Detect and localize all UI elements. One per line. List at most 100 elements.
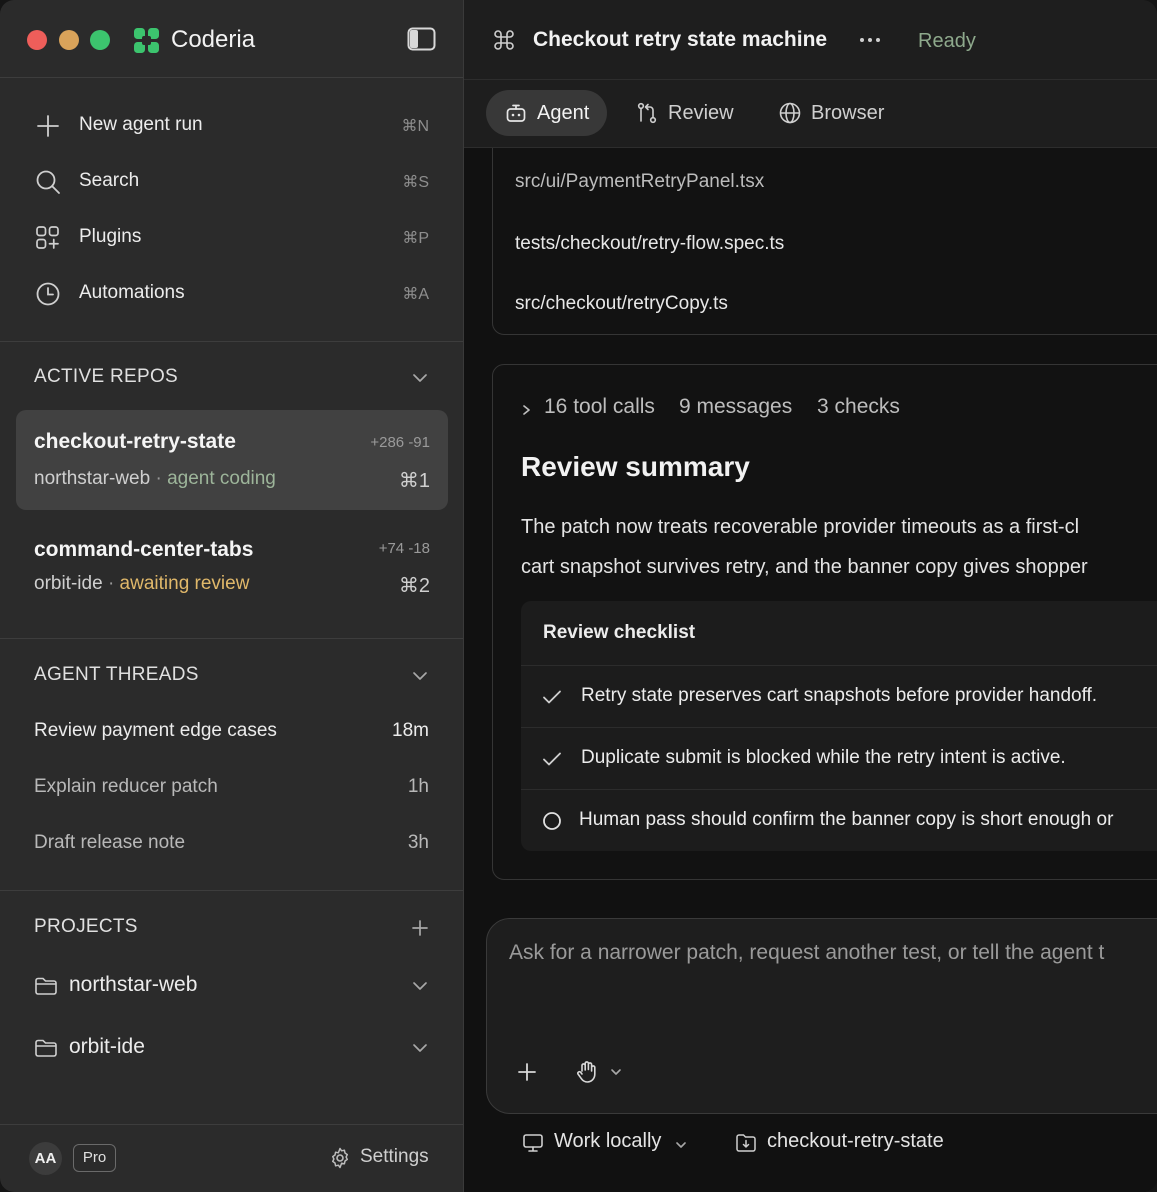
repo-card-command-center-tabs[interactable]: command-center-tabs +74 -18 orbit-ide · … <box>16 516 448 616</box>
plugins-icon <box>36 226 59 249</box>
divider <box>0 890 463 891</box>
repo-diff-stats: +286 -91 <box>370 434 430 451</box>
minimize-window-button[interactable] <box>59 30 79 50</box>
nav-search[interactable]: Search ⌘S <box>0 154 463 210</box>
add-project-icon[interactable] <box>410 918 430 938</box>
check-icon <box>543 752 561 766</box>
agent-threads-title: AGENT THREADS <box>34 664 199 685</box>
repo-status: awaiting review <box>119 573 250 594</box>
composer-input[interactable] <box>509 941 1157 965</box>
review-body-line: cart snapshot survives retry, and the ba… <box>521 556 1088 578</box>
review-checklist: Review checklist Retry state preserves c… <box>521 601 1157 851</box>
project-label: northstar-web <box>69 973 198 996</box>
chevron-down-icon[interactable] <box>410 976 430 996</box>
app-window: Coderia New agent run ⌘N Search ⌘S Plugi… <box>0 0 1157 1192</box>
branch-selector[interactable]: checkout-retry-state <box>735 1126 965 1162</box>
thread-label: Review payment edge cases <box>34 720 277 741</box>
gear-icon <box>331 1147 349 1169</box>
monitor-icon <box>523 1134 543 1152</box>
nav-automations[interactable]: Automations ⌘A <box>0 266 463 322</box>
changed-files-card: src/ui/PaymentRetryPanel.tsx tests/check… <box>492 148 1157 335</box>
repo-status: agent coding <box>167 468 276 489</box>
repo-diff-stats: +74 -18 <box>378 540 430 557</box>
divider <box>0 341 463 342</box>
nav-shortcut: ⌘P <box>402 230 429 247</box>
nav-shortcut: ⌘S <box>402 174 429 191</box>
work-locally-dropdown[interactable]: Work locally <box>522 1126 692 1162</box>
review-heading: Review summary <box>521 451 750 482</box>
sidebar-toggle-icon[interactable] <box>407 27 436 51</box>
clock-icon <box>36 282 60 306</box>
attach-plus-icon[interactable] <box>517 1062 537 1082</box>
sidebar: Coderia New agent run ⌘N Search ⌘S Plugi… <box>0 0 464 1192</box>
checklist-item[interactable]: Duplicate submit is blocked while the re… <box>521 727 1157 789</box>
thread-time: 1h <box>407 776 429 797</box>
maximize-window-button[interactable] <box>90 30 110 50</box>
file-path[interactable]: src/ui/PaymentRetryPanel.tsx <box>515 171 764 193</box>
message-composer <box>486 918 1157 1114</box>
plus-icon <box>37 115 59 137</box>
avatar[interactable]: AA <box>29 1142 62 1175</box>
nav-label: Search <box>79 170 140 191</box>
folder-download-icon <box>736 1134 756 1152</box>
chevron-down-icon[interactable] <box>410 666 430 686</box>
status-badge: Ready <box>918 30 976 52</box>
separator: · <box>107 573 115 594</box>
repo-project: orbit-ide <box>34 573 103 594</box>
close-window-button[interactable] <box>27 30 47 50</box>
more-options-icon[interactable] <box>858 30 882 50</box>
search-icon <box>36 170 60 194</box>
nav-new-agent-run[interactable]: New agent run ⌘N <box>0 98 463 154</box>
title-bar: Checkout retry state machine Ready <box>464 0 1157 80</box>
nav-plugins[interactable]: Plugins ⌘P <box>0 210 463 266</box>
project-item-orbit-ide[interactable]: orbit-ide <box>0 1020 463 1076</box>
checklist-item[interactable]: Human pass should confirm the banner cop… <box>521 789 1157 851</box>
robot-icon <box>506 104 526 122</box>
check-icon <box>543 690 561 704</box>
tab-agent[interactable]: Agent <box>486 90 607 136</box>
tab-browser[interactable]: Browser <box>760 90 900 136</box>
settings-label: Settings <box>360 1146 429 1167</box>
nav-shortcut: ⌘N <box>401 118 429 135</box>
chevron-down-icon[interactable] <box>410 1038 430 1058</box>
file-path[interactable]: tests/checkout/retry-flow.spec.ts <box>515 233 784 255</box>
thread-time: 3h <box>407 832 429 853</box>
agent-content: src/ui/PaymentRetryPanel.tsx tests/check… <box>464 148 1157 1192</box>
thread-item[interactable]: Review payment edge cases 18m <box>0 703 463 759</box>
checklist-item[interactable]: Retry state preserves cart snapshots bef… <box>521 665 1157 727</box>
nav-label: New agent run <box>79 114 203 135</box>
separator: · <box>155 468 162 489</box>
sidebar-header: Coderia <box>0 0 463 78</box>
git-compare-icon <box>637 102 657 124</box>
repo-subtitle: northstar-web · agent coding <box>34 468 276 490</box>
hand-icon[interactable] <box>574 1059 600 1085</box>
folder-icon <box>35 1039 57 1057</box>
checks-count: 3 checks <box>817 395 900 418</box>
review-summary-card: 16 tool calls 9 messages 3 checks Review… <box>492 364 1157 880</box>
repo-card-checkout-retry-state[interactable]: checkout-retry-state +286 -91 northstar-… <box>16 410 448 510</box>
command-icon <box>494 30 514 50</box>
chevron-down-icon[interactable] <box>410 368 430 388</box>
repo-subtitle: orbit-ide · awaiting review <box>34 573 249 595</box>
review-body: The patch now treats recoverable provide… <box>521 507 1088 587</box>
nav-label: Plugins <box>79 226 142 247</box>
repo-shortcut: ⌘2 <box>398 575 430 597</box>
thread-item[interactable]: Draft release note 3h <box>0 815 463 871</box>
settings-button[interactable]: Settings <box>328 1143 438 1173</box>
page-title: Checkout retry state machine <box>533 28 828 51</box>
checklist-text: Duplicate submit is blocked while the re… <box>581 747 1066 768</box>
checklist-title: Review checklist <box>543 622 696 643</box>
folder-icon <box>35 977 57 995</box>
project-item-northstar-web[interactable]: northstar-web <box>0 958 463 1014</box>
tab-label: Browser <box>811 102 885 124</box>
repo-shortcut: ⌘1 <box>398 470 430 492</box>
checklist-text: Human pass should confirm the banner cop… <box>579 809 1114 830</box>
tab-bar: Agent Review Browser <box>464 80 1157 148</box>
file-path[interactable]: src/checkout/retryCopy.ts <box>515 293 728 315</box>
chevron-down-icon[interactable] <box>609 1065 623 1079</box>
brand-name: Coderia <box>171 26 256 53</box>
tab-review[interactable]: Review <box>617 90 742 136</box>
main-panel: Checkout retry state machine Ready Agent <box>464 0 1157 1192</box>
thread-item[interactable]: Explain reducer patch 1h <box>0 759 463 815</box>
chevron-right-icon <box>523 405 530 415</box>
